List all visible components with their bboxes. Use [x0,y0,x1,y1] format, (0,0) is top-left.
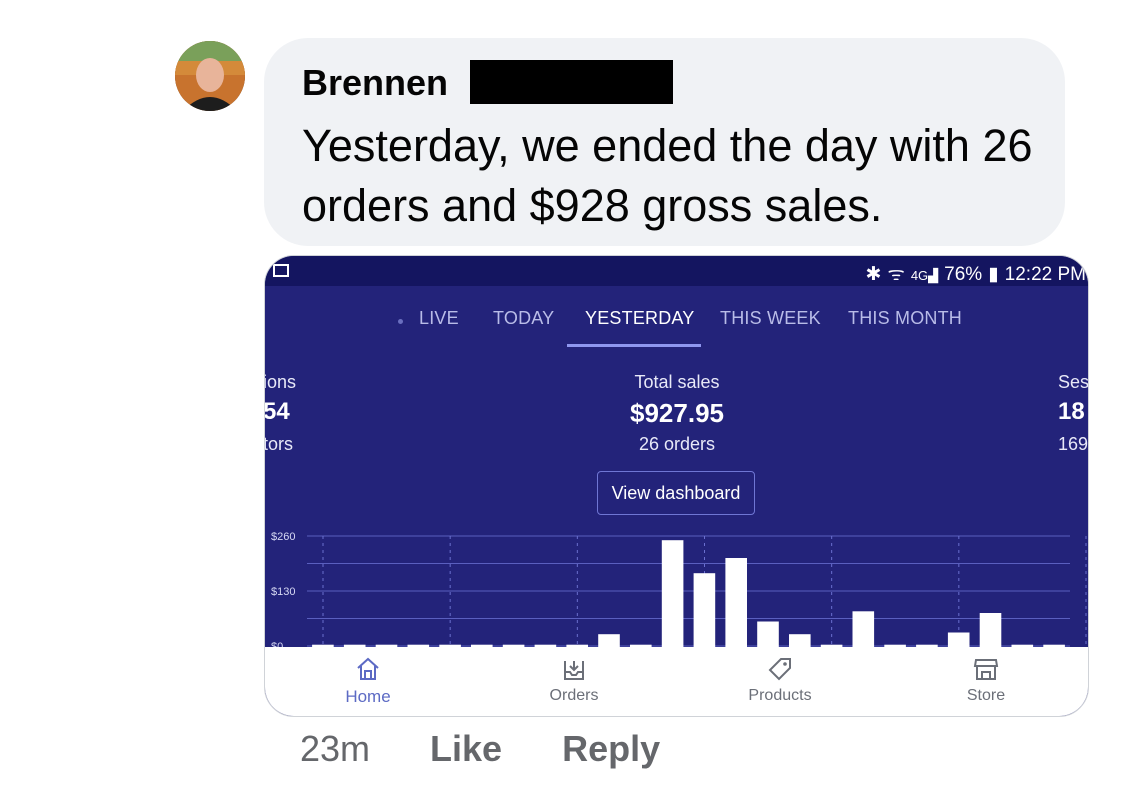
wifi-icon: ᯤ [887,264,905,285]
bar-hour-9 [598,634,620,648]
status-bar-indicators: ✱ ᯤ 4G▟ 76% ▮ 12:22 PM [860,260,1086,286]
phone-status-bar: ✱ ᯤ 4G▟ 76% ▮ 12:22 PM [265,256,1088,286]
bar-hour-11 [661,540,684,648]
bar-hour-20 [947,632,970,648]
battery-level: 76% [944,264,983,285]
left-metric-value: 54 [264,398,290,425]
bar-hour-21 [979,613,1002,648]
attached-screenshot[interactable]: ✱ ᯤ 4G▟ 76% ▮ 12:22 PM LIVE TODAY YESTERDAY T… [264,255,1089,717]
comment-bubble: Brennen Yesterday, we ended the day with… [264,38,1065,246]
view-dashboard-button[interactable]: View dashboard [597,471,755,515]
signal-icon: 4G▟ [910,268,939,283]
tab-yesterday[interactable]: YESTERDAY [585,308,695,329]
nav-home-label: Home [345,687,391,706]
y-tick-label: $260 [271,531,295,543]
bar-hour-12 [693,573,716,648]
orders-count: 26 orders [638,434,716,454]
avatar-photo [175,41,245,111]
total-sales-value: $927.95 [630,398,724,428]
battery-icon: ▮ [988,264,999,285]
orders-inbox-icon [564,661,584,680]
tab-live[interactable]: LIVE [419,308,459,329]
left-metric-label: ions [264,372,297,392]
hourly-sales-chart: $260$130$0 [271,531,1087,648]
nav-orders-label: Orders [549,687,599,704]
bluetooth-icon: ✱ [865,264,882,285]
period-tabs: LIVE TODAY YESTERDAY THIS WEEK THIS MONT… [265,308,1088,348]
nav-home[interactable]: Home [313,655,423,707]
nav-store[interactable]: Store [931,655,1041,705]
tab-this-week[interactable]: THIS WEEK [720,308,821,329]
reply-button[interactable]: Reply [562,728,660,769]
left-metric-sub: tors [264,434,294,454]
comment-timestamp[interactable]: 23m [300,728,370,769]
bar-hour-13 [725,558,747,648]
sessions-metric-value: 18 [1058,398,1085,425]
tab-this-month[interactable]: THIS MONTH [848,308,962,329]
gallery-icon [273,264,289,277]
y-tick-label: $130 [271,586,295,598]
tab-today[interactable]: TODAY [493,308,554,329]
total-sales-label: Total sales [634,372,720,392]
nav-products-label: Products [748,687,812,704]
clock: 12:22 PM [1004,264,1086,285]
store-icon [973,659,999,680]
comment-text: Yesterday, we ended the day with 26 orde… [302,120,1033,231]
home-icon [357,657,379,680]
nav-store-label: Store [966,687,1006,704]
bar-hour-17 [852,611,875,648]
like-button[interactable]: Like [430,728,502,769]
nav-products[interactable]: Products [725,655,835,705]
avatar[interactable] [175,41,245,111]
bottom-navigation: Home Orders Products Store [265,647,1088,716]
comment-author[interactable]: Brennen [302,62,448,104]
sessions-metric-sub: 169 [1058,434,1089,454]
redacted-surname-block [470,60,673,104]
tag-icon [768,658,791,681]
nav-orders[interactable]: Orders [519,655,629,705]
bar-hour-14 [757,621,779,648]
comment-actions: 23m Like Reply [300,728,660,770]
sessions-metric-label: Ses [1058,372,1089,392]
active-tab-underline [567,344,701,347]
bar-hour-15 [789,634,811,648]
